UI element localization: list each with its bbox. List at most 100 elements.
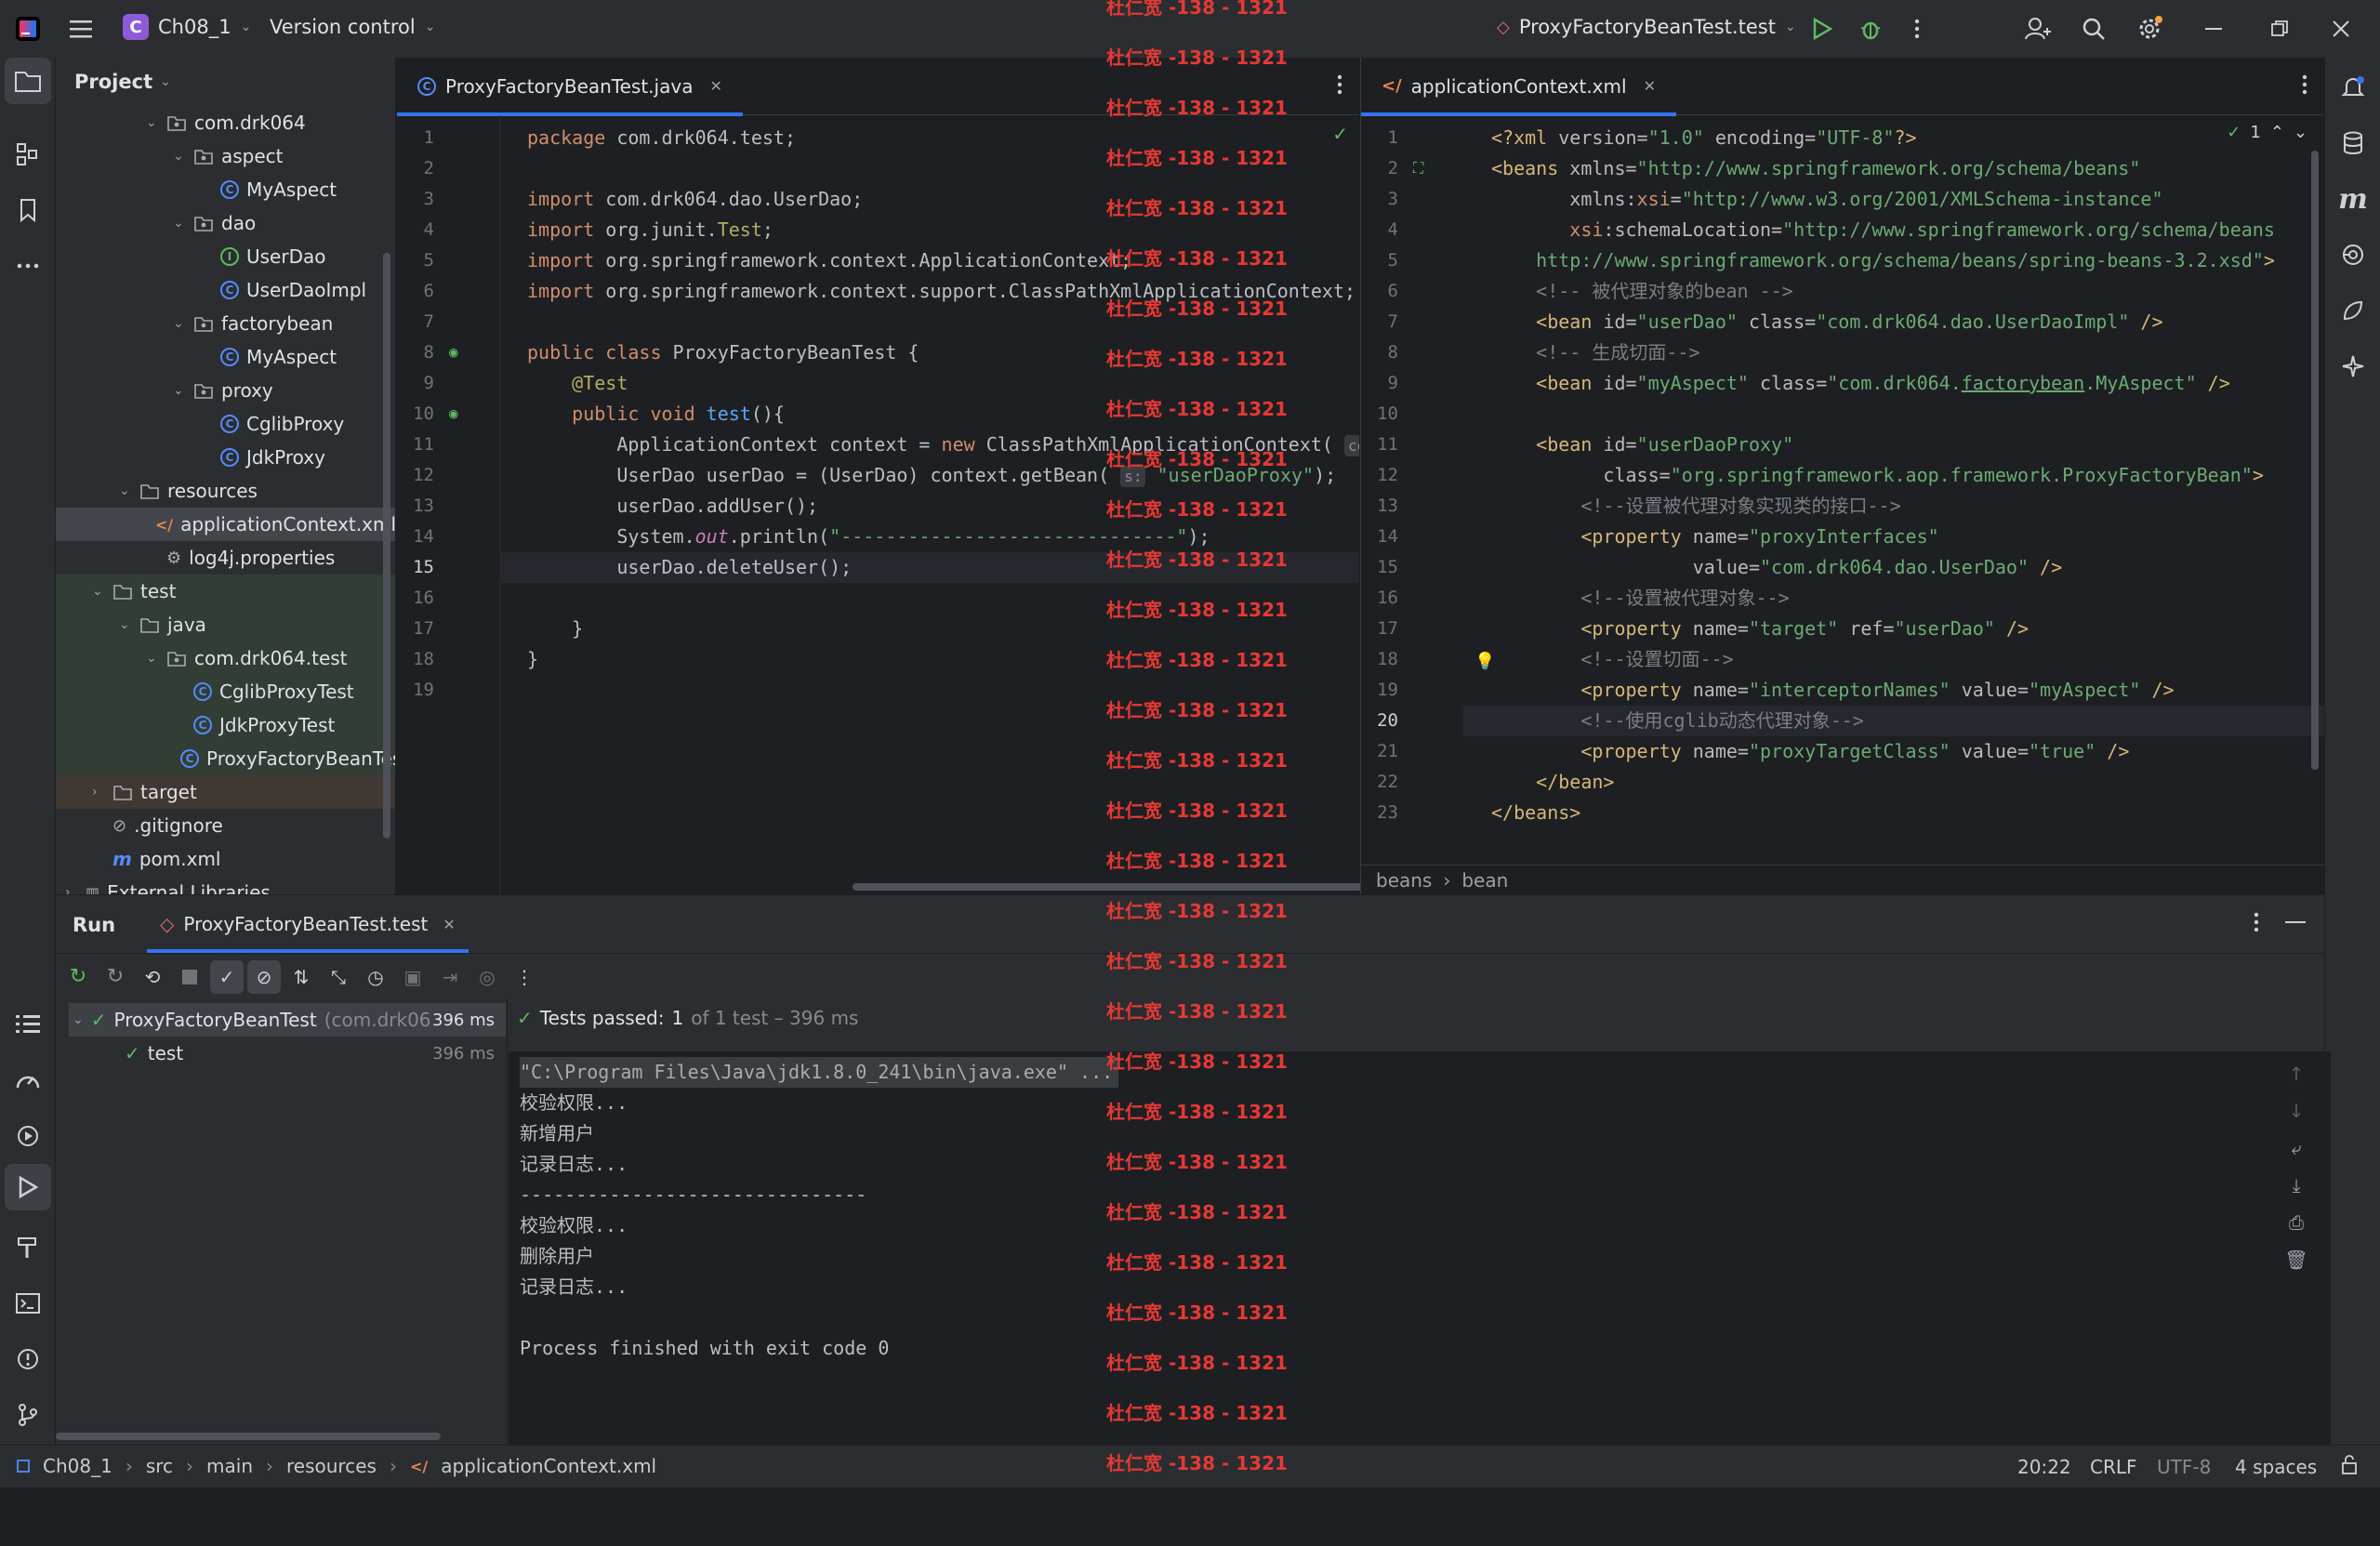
app-logo-icon[interactable] [9, 10, 46, 47]
xml-code-area[interactable]: <?xml version="1.0" encoding="UTF-8"?> <b… [1463, 115, 2324, 894]
horizontal-scrollbar[interactable] [853, 883, 1401, 891]
tree-row[interactable]: ⌄ proxy [56, 374, 395, 407]
chevron-down-icon[interactable]: ⌄ [92, 584, 105, 599]
minimize-icon[interactable] [2196, 10, 2233, 47]
project-folder-icon[interactable] [5, 58, 51, 104]
arrow-down-icon[interactable]: ↓ [2289, 1100, 2305, 1122]
export-icon[interactable]: ⇥ [433, 966, 467, 988]
collapse-icon[interactable]: ⤡ [322, 966, 355, 988]
chevron-down-icon[interactable]: ⌄ [119, 483, 132, 498]
run-panel-more-icon[interactable] [2254, 912, 2259, 937]
rerun-failed-icon[interactable]: ↻ [99, 965, 132, 988]
coverage-icon[interactable]: ◎ [470, 966, 504, 988]
tree-row[interactable]: ⌄ aspect [56, 139, 395, 173]
endpoints-icon[interactable] [2325, 227, 2380, 283]
close-tab-icon[interactable]: ✕ [709, 77, 721, 95]
project-panel-header[interactable]: Project ⌄ [74, 71, 171, 93]
lightbulb-icon[interactable]: 💡 [1474, 652, 1495, 671]
test-suite-row[interactable]: ⌄ ✓ ProxyFactoryBeanTest (com.drk06 396 … [69, 1003, 506, 1037]
chevron-down-icon[interactable]: ⌄ [173, 149, 186, 164]
tree-row[interactable]: C JdkProxyTest [56, 708, 395, 742]
vertical-scrollbar[interactable] [2311, 151, 2319, 770]
screenshot-icon[interactable]: ▣ [396, 966, 430, 988]
search-icon[interactable] [2075, 10, 2112, 47]
show-passed-icon[interactable]: ✓ [210, 959, 244, 994]
tree-row[interactable]: ⌄ factorybean [56, 307, 395, 340]
history-icon[interactable]: ◷ [359, 966, 392, 988]
breadcrumb-beans[interactable]: beans [1376, 869, 1432, 892]
restore-icon[interactable] [2261, 10, 2298, 47]
tree-row[interactable]: C UserDaoImpl [56, 273, 395, 307]
tree-row[interactable]: I UserDao [56, 240, 395, 273]
hide-panel-icon[interactable] [2285, 921, 2306, 923]
project-scrollbar[interactable] [383, 253, 390, 839]
line-separator[interactable]: CRLF [2090, 1456, 2137, 1478]
close-tab-icon[interactable]: ✕ [1644, 77, 1656, 95]
add-user-icon[interactable] [2019, 10, 2056, 47]
tree-row[interactable]: ⊘ .gitignore [56, 809, 395, 842]
test-case-row[interactable]: ✓ test 396 ms [69, 1037, 506, 1070]
file-encoding[interactable]: UTF-8 [2157, 1456, 2211, 1478]
console-output[interactable]: "C:\Program Files\Java\jdk1.8.0_241\bin\… [509, 1051, 2331, 1446]
sort-icon[interactable]: ⇅ [284, 966, 318, 988]
chevron-down-icon[interactable]: ⌄ [173, 383, 186, 398]
tab-applicationcontext-xml[interactable]: </ applicationContext.xml ✕ [1361, 58, 1676, 116]
chevron-right-icon[interactable]: › [65, 885, 78, 894]
breadcrumb-item[interactable]: applicationContext.xml [441, 1455, 656, 1477]
tree-row[interactable]: C CglibProxy [56, 407, 395, 441]
profiler-icon[interactable] [0, 1052, 56, 1108]
java-code-area[interactable]: package com.drk064.test; import com.drk06… [499, 115, 1359, 894]
close-tab-icon[interactable]: ✕ [443, 916, 455, 933]
vcs-menu[interactable]: Version control ⌄ [270, 16, 435, 38]
tree-row[interactable]: </ applicationContext.xml [56, 508, 395, 541]
structure-icon[interactable] [0, 126, 56, 182]
tree-row[interactable]: ⌄ test [56, 575, 395, 608]
tree-row[interactable]: › target [56, 775, 395, 809]
tree-row[interactable]: ⌄ dao [56, 206, 395, 240]
scroll-to-end-icon[interactable]: ⤓ [2293, 1174, 2301, 1196]
tree-row[interactable]: ⌄ resources [56, 474, 395, 508]
cursor-position[interactable]: 20:22 [2017, 1456, 2071, 1478]
more-tools-icon[interactable] [0, 238, 56, 294]
main-menu-icon[interactable] [63, 10, 100, 47]
run-test-gutter-icon[interactable]: ◉ [449, 343, 458, 361]
editor-more-icon[interactable] [2302, 74, 2307, 99]
notifications-icon[interactable] [2325, 59, 2380, 115]
tree-row[interactable]: C ProxyFactoryBeanTest [56, 742, 395, 775]
breadcrumb-item[interactable]: resources [286, 1455, 377, 1477]
run-config-selector[interactable]: ◇ ProxyFactoryBeanTest.test ⌄ [1497, 16, 1796, 38]
more-actions-icon[interactable] [1898, 10, 1936, 47]
lock-icon[interactable] [2341, 1455, 2358, 1480]
run-icon[interactable] [1804, 10, 1841, 47]
settings-gear-icon[interactable] [2131, 10, 2168, 47]
tab-proxyfactorybeantest-java[interactable]: C ProxyFactoryBeanTest.java ✕ [397, 58, 743, 116]
trash-icon[interactable]: 🗑 [2284, 1249, 2307, 1271]
tree-row[interactable]: ⌄ java [56, 608, 395, 641]
database-icon[interactable] [2325, 115, 2380, 171]
rerun-icon[interactable]: ↻ [61, 965, 95, 988]
show-ignored-icon[interactable]: ⊘ [247, 959, 281, 994]
terminal-icon[interactable] [0, 1275, 56, 1331]
stop-icon[interactable] [173, 969, 206, 984]
spring-leaf-icon[interactable] [2325, 283, 2380, 338]
chevron-down-icon[interactable]: ⌄ [119, 617, 132, 632]
run-test-gutter-icon[interactable]: ◉ [449, 404, 458, 422]
breadcrumb-item[interactable]: main [206, 1455, 253, 1477]
soft-wrap-icon[interactable]: ⤶ [2291, 1137, 2301, 1159]
tree-row[interactable]: ⌄ com.drk064 [56, 106, 395, 139]
todo-list-icon[interactable] [0, 997, 56, 1052]
tree-row[interactable]: C MyAspect [56, 173, 395, 206]
tree-row[interactable]: ⌄ com.drk064.test [56, 641, 395, 675]
close-window-icon[interactable] [2322, 10, 2360, 47]
ai-assistant-icon[interactable] [2325, 338, 2380, 394]
services-icon[interactable] [0, 1108, 56, 1164]
arrow-up-icon[interactable]: ↑ [2289, 1063, 2305, 1085]
build-hammer-icon[interactable] [0, 1220, 56, 1275]
problems-icon[interactable] [0, 1331, 56, 1387]
chevron-down-icon[interactable]: ⌄ [173, 316, 186, 331]
inspection-widget[interactable]: ✓ 1 ⌃ ⌄ [2227, 123, 2307, 142]
tree-row[interactable]: m pom.xml [56, 842, 395, 876]
breadcrumb-item[interactable]: src [146, 1455, 173, 1477]
test-tree-scrollbar[interactable] [56, 1433, 441, 1440]
project-switcher[interactable]: C Ch08_1 ⌄ [123, 14, 251, 40]
